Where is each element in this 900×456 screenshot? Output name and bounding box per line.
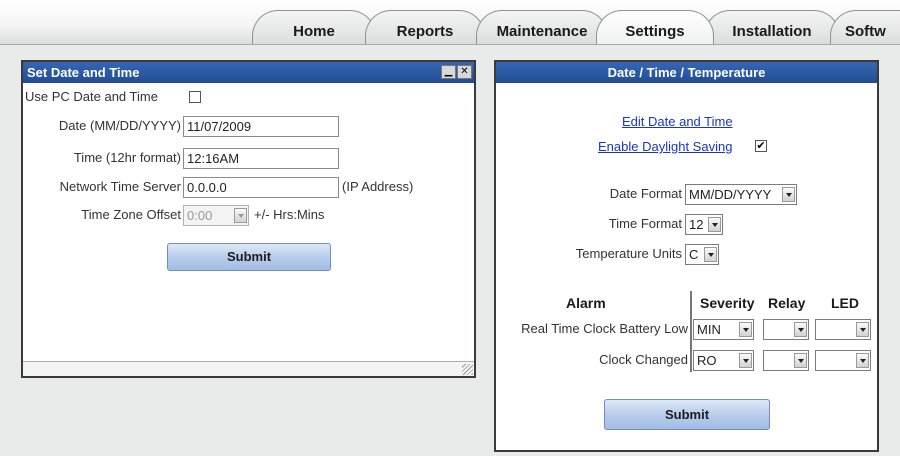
chevron-down-icon [856,322,869,337]
severity-select-1[interactable]: RO [693,350,754,371]
set-date-time-title-bar: Set Date and Time ▁ ✕ [23,62,474,83]
relay-select-1[interactable] [763,350,809,371]
alarm-name-0: Real Time Clock Battery Low [521,321,688,336]
chevron-down-icon [739,322,752,337]
use-pc-date-time-label: Use PC Date and Time [25,89,158,104]
time-input[interactable] [183,148,339,169]
led-column-header: LED [831,295,859,311]
left-submit-label: Submit [226,249,272,264]
time-label: Time (12hr format) [73,150,181,165]
daylight-saving-checkbox[interactable]: ✔ [755,140,767,152]
edit-date-time-link[interactable]: Edit Date and Time [622,114,733,129]
panel-status-bar [23,361,474,376]
alarm-name-1: Clock Changed [599,352,688,367]
time-zone-offset-label: Time Zone Offset [81,207,181,222]
ip-address-hint: (IP Address) [342,179,414,194]
tab-maintenance-label: Maintenance [496,23,588,40]
hrs-mins-hint: +/- Hrs:Mins [254,207,325,222]
network-time-server-label: Network Time Server [59,179,181,194]
tab-home-label: Home [293,23,335,40]
temperature-units-select[interactable]: C [685,244,719,265]
tab-software-label: Softw [845,23,886,40]
time-zone-offset-value: 0:00 [187,208,213,223]
time-format-value: 12 [689,217,704,232]
tab-installation-label: Installation [732,23,812,40]
temperature-units-value: C [689,247,699,262]
chevron-down-icon [782,187,795,202]
chevron-down-icon [856,353,869,368]
date-time-temperature-title-bar: Date / Time / Temperature [496,62,877,83]
left-submit-button[interactable]: Submit [167,243,331,271]
severity-value-0: MIN [697,322,721,337]
top-nav-bar: Home Reports Maintenance Settings Instal… [0,0,900,45]
chevron-down-icon [794,322,807,337]
date-label: Date (MM/DD/YYYY) [58,118,181,133]
tab-reports[interactable]: Reports [365,10,485,44]
chevron-down-icon [794,353,807,368]
tab-installation[interactable]: Installation [704,10,840,44]
relay-column-header: Relay [768,295,806,311]
time-zone-offset-select: 0:00 [183,205,249,226]
severity-column-header: Severity [700,295,755,311]
date-format-label: Date Format [609,186,682,201]
date-time-temperature-panel: Date / Time / Temperature Edit Date and … [494,60,879,452]
close-icon[interactable]: ✕ [457,65,472,79]
date-input[interactable] [183,116,339,137]
alarm-column-header: Alarm [566,295,606,311]
chevron-down-icon [739,353,752,368]
right-submit-button[interactable]: Submit [604,399,770,430]
right-submit-label: Submit [664,407,710,422]
severity-select-0[interactable]: MIN [693,319,754,340]
tab-maintenance[interactable]: Maintenance [476,10,608,44]
tab-settings[interactable]: Settings [596,10,714,44]
time-format-label: Time Format [608,216,682,231]
led-select-0[interactable] [815,319,871,340]
window-controls: ▁ ✕ [441,65,472,79]
set-date-time-panel: Set Date and Time ▁ ✕ Use PC Date and Ti… [21,60,476,378]
date-time-temperature-title: Date / Time / Temperature [607,65,766,80]
severity-value-1: RO [697,353,717,368]
set-date-time-title: Set Date and Time [27,65,140,80]
led-select-1[interactable] [815,350,871,371]
chevron-down-icon [704,247,717,262]
network-time-server-input[interactable] [183,177,339,198]
minimize-icon[interactable]: ▁ [441,65,456,79]
alarm-table-divider [690,291,692,372]
date-format-value: MM/DD/YYYY [689,187,772,202]
time-format-select[interactable]: 12 [685,214,723,235]
tab-home[interactable]: Home [252,10,376,44]
tab-reports-label: Reports [396,23,454,40]
temperature-units-label: Temperature Units [575,246,682,261]
date-format-select[interactable]: MM/DD/YYYY [685,184,797,205]
relay-select-0[interactable] [763,319,809,340]
chevron-down-icon [708,217,721,232]
chevron-down-icon [234,208,247,223]
tab-settings-label: Settings [625,23,685,40]
resize-grip-icon[interactable] [462,364,473,375]
enable-daylight-saving-link[interactable]: Enable Daylight Saving [598,139,732,154]
use-pc-date-time-checkbox[interactable] [189,91,201,103]
tab-software[interactable]: Softw [830,10,900,44]
